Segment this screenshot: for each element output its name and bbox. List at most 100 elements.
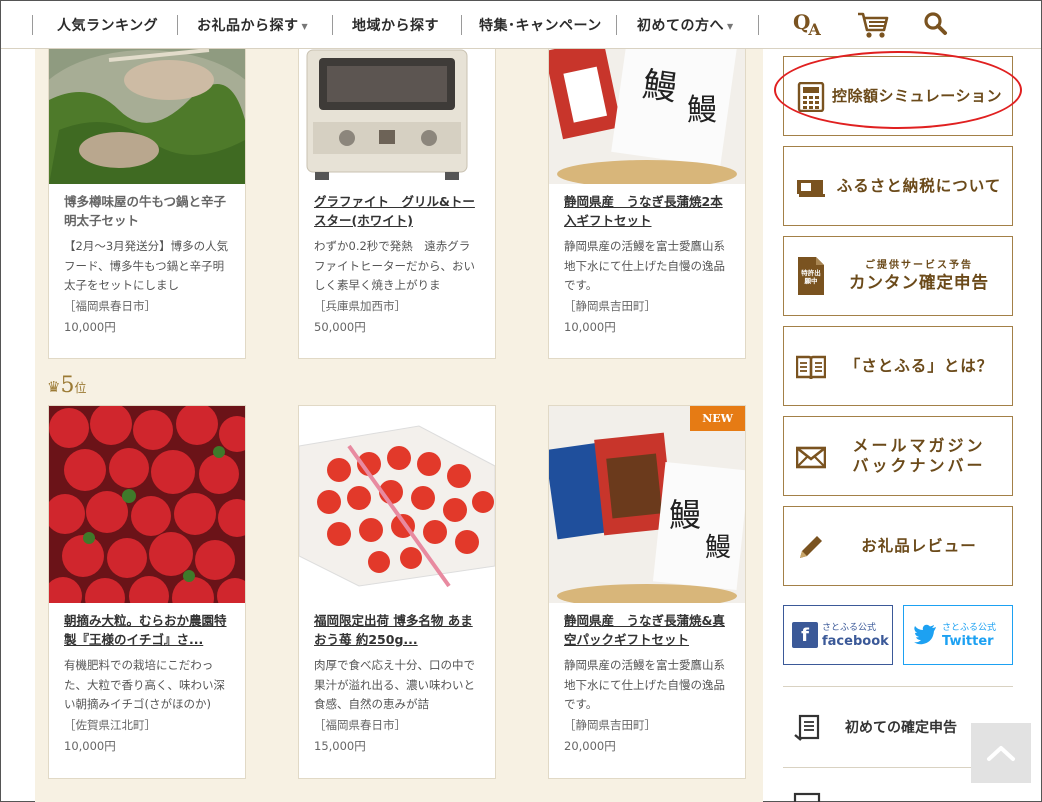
caret-down-icon: ▼ xyxy=(301,21,309,31)
facebook-icon: f xyxy=(792,622,818,648)
rank-unit: 位 xyxy=(74,381,87,395)
book-icon xyxy=(795,352,827,382)
chevron-up-icon xyxy=(987,746,1015,761)
gift-review-button[interactable]: お礼品レビュー xyxy=(783,506,1013,586)
qa-icon[interactable]: QA xyxy=(793,10,821,39)
top-navigation: 人気ランキング お礼品から探す ▼ 地域から探す 特集･キャンペーン 初めての方へ… xyxy=(1,1,1041,49)
nav-separator xyxy=(758,15,759,35)
product-description: 有機肥料での栽培にこだわった、大粒で香り高く、味わい深い朝摘みイチゴ(さがほのか… xyxy=(64,658,225,711)
back-to-top-button[interactable] xyxy=(971,723,1031,783)
svg-text:鰻: 鰻 xyxy=(640,65,679,109)
nav-separator xyxy=(177,15,178,35)
product-card[interactable]: 鰻 鰻 静岡県産 うなぎ長蒲焼2本入ギフトセット 静岡県産の活鰻を富士愛鷹山系地… xyxy=(548,49,746,359)
product-description: 静岡県産の活鰻を富士愛鷹山系地下水にて仕上げた自慢の逸品です。 xyxy=(564,239,725,292)
deduction-simulation-button[interactable]: 控除額シミュレーション xyxy=(783,56,1013,136)
kakutei-label: カンタン確定申告 xyxy=(849,273,989,292)
product-price: 20,000円 xyxy=(564,738,616,753)
caret-down-icon: ▼ xyxy=(727,21,734,31)
about-furusato-button[interactable]: ふるさと納税について xyxy=(783,146,1013,226)
product-region: ［静岡県吉田町］ xyxy=(564,717,656,732)
product-description: わずか0.2秒で発熱 遠赤グラファイトヒーターだから、おいしく素早く焼き上がりま xyxy=(314,239,475,292)
product-title[interactable]: 静岡県産 うなぎ長蒲焼&真空パックギフトセット xyxy=(564,611,730,649)
pencil-icon xyxy=(796,532,826,562)
nav-by-gift-label: お礼品から探す xyxy=(197,18,299,34)
nav-by-region[interactable]: 地域から探す xyxy=(352,15,439,35)
new-badge: NEW xyxy=(690,406,745,431)
product-image-amaou[interactable] xyxy=(299,406,495,603)
nav-first-time[interactable]: 初めての方へ ▼ xyxy=(637,15,734,35)
facebook-large-label: facebook xyxy=(822,634,889,649)
product-image-strawberry[interactable] xyxy=(49,406,245,603)
product-price: 50,000円 xyxy=(314,319,366,334)
envelope-icon xyxy=(795,442,827,472)
product-card[interactable]: 鰻 鰻 NEW 静岡県産 うなぎ長蒲焼&真空パックギフトセット 静岡県産の活鰻を… xyxy=(548,405,746,779)
deduction-simulation-label: 控除額シミュレーション xyxy=(832,87,1002,105)
twitter-large-label: Twitter xyxy=(942,634,994,649)
tax-card-icon xyxy=(796,172,826,202)
nav-separator xyxy=(616,15,617,35)
svg-text:鰻: 鰻 xyxy=(705,533,731,563)
product-image-unagi[interactable]: 鰻 鰻 xyxy=(549,49,745,184)
nav-separator xyxy=(332,15,333,35)
svg-text:鰻: 鰻 xyxy=(687,93,717,128)
product-title[interactable]: 博多樽味屋の牛もつ鍋と辛子明太子セット xyxy=(64,192,230,230)
gift-review-label: お礼品レビュー xyxy=(861,537,977,555)
twitter-bird-icon xyxy=(912,622,938,648)
twitter-button[interactable]: さとふる公式 Twitter xyxy=(903,605,1013,665)
product-price: 10,000円 xyxy=(564,319,616,334)
search-icon[interactable] xyxy=(923,11,949,41)
product-image-motsunabe[interactable] xyxy=(49,49,245,184)
svg-text:鰻: 鰻 xyxy=(669,496,701,534)
about-furusato-label: ふるさと納税について xyxy=(836,177,1002,195)
product-card[interactable]: 福岡限定出荷 博多名物 あまおう苺 約250g... 肉厚で食べ応え十分、口の中… xyxy=(298,405,496,779)
product-description: 静岡県産の活鰻を富士愛鷹山系地下水にて仕上げた自慢の逸品です。 xyxy=(564,658,725,711)
product-region: ［佐賀県江北町］ xyxy=(64,717,156,732)
product-card[interactable]: 博多樽味屋の牛もつ鍋と辛子明太子セット 【2月～3月発送分】博多の人気フード、博… xyxy=(48,49,246,359)
product-image-toaster[interactable] xyxy=(299,49,495,184)
product-title[interactable]: 朝摘み大粒。むらおか農園特製『王様のイチゴ』さ... xyxy=(64,611,230,649)
product-price: 10,000円 xyxy=(64,319,116,334)
mail-magazine-label-2: バックナンバー xyxy=(852,456,986,475)
product-price: 15,000円 xyxy=(314,738,366,753)
product-title[interactable]: 静岡県産 うなぎ長蒲焼2本入ギフトセット xyxy=(564,192,730,230)
nav-first-time-label: 初めての方へ xyxy=(637,18,724,34)
product-title[interactable]: 福岡限定出荷 博多名物 あまおう苺 約250g... xyxy=(314,611,480,649)
product-image-unagi-vacuum[interactable]: 鰻 鰻 NEW xyxy=(549,406,745,603)
sidebar-divider xyxy=(783,686,1013,687)
product-description: 【2月～3月発送分】博多の人気フード、博多牛もつ鍋と辛子明太子をセットにしまし xyxy=(64,239,229,292)
ranking-product-grid: 博多樽味屋の牛もつ鍋と辛子明太子セット 【2月～3月発送分】博多の人気フード、博… xyxy=(35,49,763,802)
calculator-icon xyxy=(796,81,826,113)
truncated-link-icon xyxy=(793,789,827,802)
cart-icon[interactable] xyxy=(857,11,889,43)
kakutei-label-group: ご提供サービス予告 カンタン確定申告 xyxy=(832,237,1006,315)
product-title[interactable]: グラファイト グリル&トースター(ホワイト) xyxy=(314,192,480,230)
mail-magazine-label-group: メールマガジン バックナンバー xyxy=(832,417,1006,495)
product-region: ［福岡県春日市］ xyxy=(64,298,156,313)
first-kakutei-label: 初めての確定申告 xyxy=(845,720,957,736)
product-price: 10,000円 xyxy=(64,738,116,753)
nav-ranking[interactable]: 人気ランキング xyxy=(57,15,158,35)
about-satofull-label: 「さとふる」とは？ xyxy=(844,357,994,375)
about-satofull-button[interactable]: 「さとふる」とは？ xyxy=(783,326,1013,406)
product-region: ［福岡県春日市］ xyxy=(314,717,406,732)
rank-number: 5 xyxy=(60,373,75,398)
mail-magazine-label-1: メールマガジン xyxy=(852,436,986,455)
mail-magazine-button[interactable]: メールマガジン バックナンバー xyxy=(783,416,1013,496)
document-list-icon xyxy=(793,713,821,741)
service-note-label: ご提供サービス予告 xyxy=(865,260,973,271)
nav-by-gift[interactable]: お礼品から探す ▼ xyxy=(197,15,308,35)
crown-icon: ♛ xyxy=(47,378,61,396)
rank-label-5: ♛5位 xyxy=(47,373,86,398)
nav-separator xyxy=(32,15,33,35)
product-description: 肉厚で食べ応え十分、口の中で果汁が溢れ出る、濃い味わいと食感、自然の恵みが詰 xyxy=(314,658,475,711)
patent-document-icon: 特許出願中 xyxy=(796,255,826,297)
patent-pending-text: 特許出願中 xyxy=(801,269,821,285)
product-region: ［静岡県吉田町］ xyxy=(564,298,656,313)
product-region: ［兵庫県加西市］ xyxy=(314,298,406,313)
facebook-button[interactable]: f さとふる公式 facebook xyxy=(783,605,893,665)
product-card[interactable]: グラファイト グリル&トースター(ホワイト) わずか0.2秒で発熱 遠赤グラファ… xyxy=(298,49,496,359)
kakutei-shinkoku-button[interactable]: 特許出願中 ご提供サービス予告 カンタン確定申告 xyxy=(783,236,1013,316)
nav-separator xyxy=(461,15,462,35)
nav-campaign[interactable]: 特集･キャンペーン xyxy=(479,15,602,35)
product-card[interactable]: 朝摘み大粒。むらおか農園特製『王様のイチゴ』さ... 有機肥料での栽培にこだわっ… xyxy=(48,405,246,779)
